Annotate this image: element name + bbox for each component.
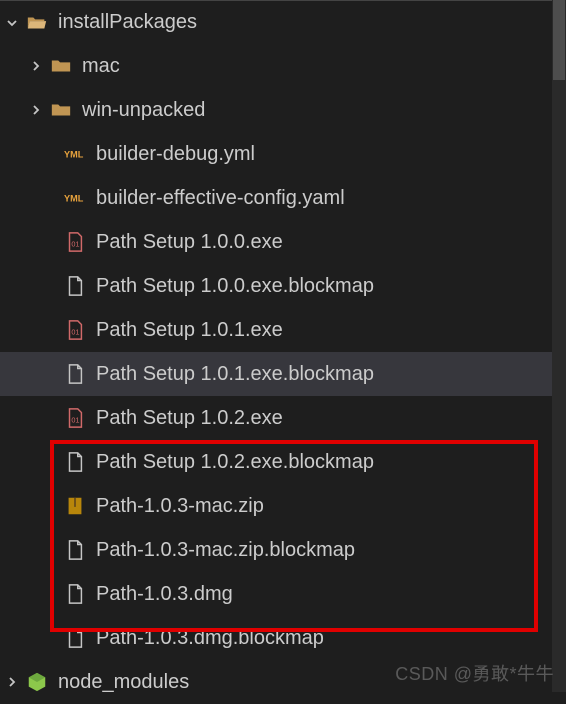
folder-open-icon	[24, 12, 50, 34]
file-label: Path-1.0.3-mac.zip.blockmap	[96, 539, 355, 562]
file-builder-effective-config-yaml[interactable]: YML builder-effective-config.yaml	[0, 176, 566, 220]
svg-text:YML: YML	[64, 150, 84, 160]
file-label: Path Setup 1.0.0.exe	[96, 231, 283, 254]
folder-label: node_modules	[58, 671, 189, 694]
file-label: Path Setup 1.0.0.exe.blockmap	[96, 275, 374, 298]
folder-installpackages[interactable]: installPackages	[0, 0, 566, 44]
zip-icon	[62, 495, 88, 517]
folder-win-unpacked[interactable]: win-unpacked	[0, 88, 566, 132]
file-path-103-mac-zip[interactable]: Path-1.0.3-mac.zip	[0, 484, 566, 528]
svg-text:YML: YML	[64, 194, 84, 204]
folder-label: mac	[82, 55, 120, 78]
yaml-icon: YML	[62, 143, 88, 165]
folder-label: win-unpacked	[82, 99, 205, 122]
chevron-right-icon	[24, 102, 48, 118]
binary-icon: 01	[62, 407, 88, 429]
chevron-down-icon	[0, 15, 24, 31]
file-label: Path Setup 1.0.2.exe.blockmap	[96, 451, 374, 474]
file-path-setup-102-exe[interactable]: 01 Path Setup 1.0.2.exe	[0, 396, 566, 440]
file-path-setup-102-blockmap[interactable]: Path Setup 1.0.2.exe.blockmap	[0, 440, 566, 484]
file-path-setup-100-blockmap[interactable]: Path Setup 1.0.0.exe.blockmap	[0, 264, 566, 308]
binary-icon: 01	[62, 231, 88, 253]
file-icon	[62, 539, 88, 561]
file-icon	[62, 451, 88, 473]
folder-mac[interactable]: mac	[0, 44, 566, 88]
svg-text:01: 01	[71, 240, 79, 249]
file-builder-debug-yml[interactable]: YML builder-debug.yml	[0, 132, 566, 176]
file-path-setup-101-blockmap[interactable]: Path Setup 1.0.1.exe.blockmap	[0, 352, 566, 396]
file-label: Path Setup 1.0.1.exe.blockmap	[96, 363, 374, 386]
file-path-setup-100-exe[interactable]: 01 Path Setup 1.0.0.exe	[0, 220, 566, 264]
file-path-103-dmg-blockmap[interactable]: Path-1.0.3.dmg.blockmap	[0, 616, 566, 660]
file-path-103-mac-zip-blockmap[interactable]: Path-1.0.3-mac.zip.blockmap	[0, 528, 566, 572]
scrollbar[interactable]	[552, 0, 566, 692]
folder-icon	[48, 55, 74, 77]
file-label: Path-1.0.3.dmg	[96, 583, 233, 606]
file-label: builder-effective-config.yaml	[96, 187, 345, 210]
file-icon	[62, 363, 88, 385]
file-label: Path Setup 1.0.2.exe	[96, 407, 283, 430]
file-icon	[62, 583, 88, 605]
scrollbar-thumb[interactable]	[553, 0, 565, 80]
svg-text:01: 01	[71, 416, 79, 425]
file-label: Path-1.0.3-mac.zip	[96, 495, 264, 518]
svg-text:01: 01	[71, 328, 79, 337]
file-tree: installPackages mac win-unpacked YML bui…	[0, 0, 566, 704]
file-icon	[62, 627, 88, 649]
file-label: Path Setup 1.0.1.exe	[96, 319, 283, 342]
chevron-right-icon	[0, 674, 24, 690]
file-icon	[62, 275, 88, 297]
chevron-right-icon	[24, 58, 48, 74]
nodejs-icon	[24, 671, 50, 693]
yaml-icon: YML	[62, 187, 88, 209]
folder-label: installPackages	[58, 11, 197, 34]
file-path-setup-101-exe[interactable]: 01 Path Setup 1.0.1.exe	[0, 308, 566, 352]
folder-icon	[48, 99, 74, 121]
file-label: Path-1.0.3.dmg.blockmap	[96, 627, 324, 650]
file-path-103-dmg[interactable]: Path-1.0.3.dmg	[0, 572, 566, 616]
binary-icon: 01	[62, 319, 88, 341]
watermark: CSDN @勇敢*牛牛	[395, 660, 554, 686]
file-label: builder-debug.yml	[96, 143, 255, 166]
